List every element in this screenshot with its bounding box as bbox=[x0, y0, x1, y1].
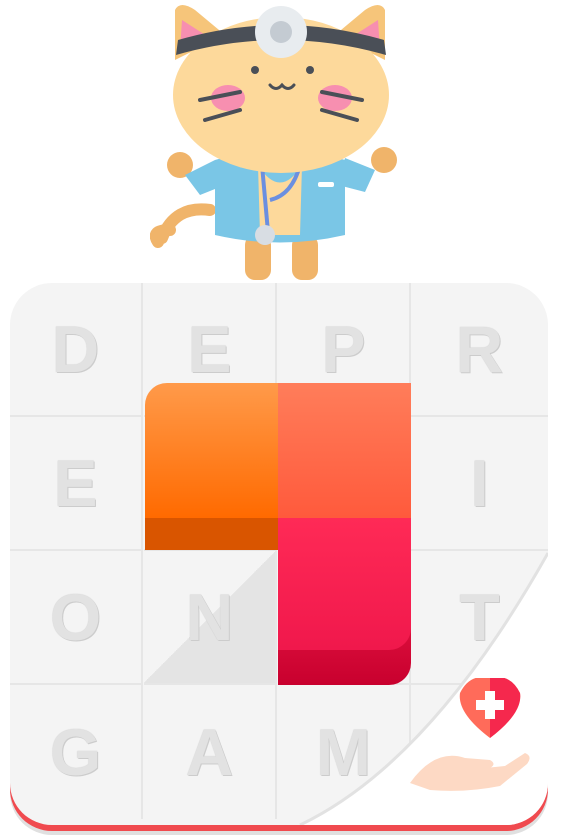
heart-hand-icon bbox=[410, 678, 530, 791]
word-grid-board: D E P R E I O N T G A M bbox=[10, 283, 548, 825]
doctor-cat-mascot-icon bbox=[150, 5, 397, 280]
